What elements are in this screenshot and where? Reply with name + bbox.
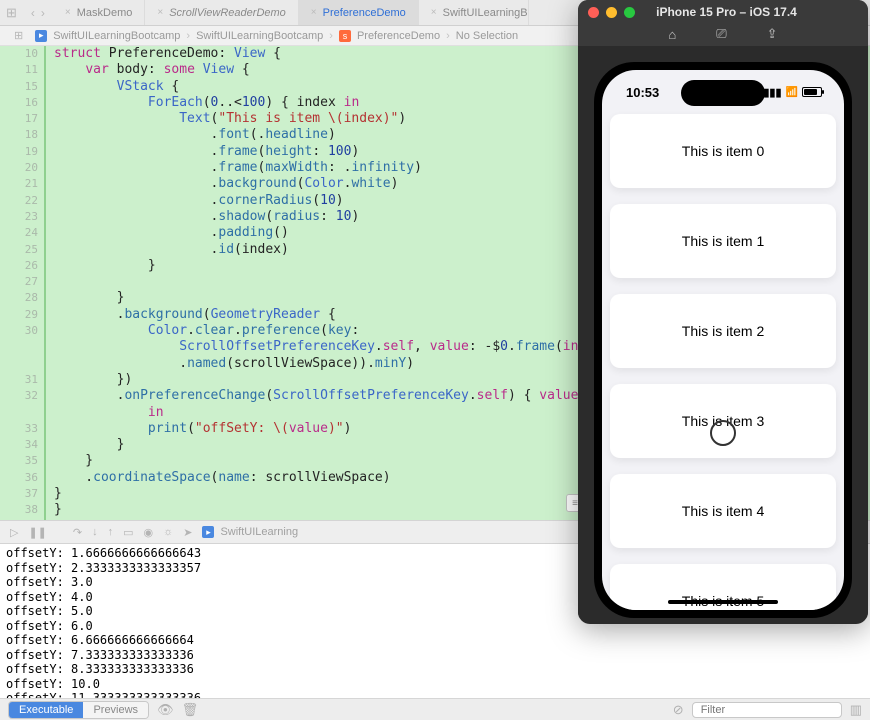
- share-icon[interactable]: ⇪: [767, 26, 778, 42]
- scheme-label: SwiftUILearning: [220, 526, 298, 538]
- filter-input[interactable]: [692, 702, 842, 718]
- close-icon[interactable]: ×: [311, 7, 317, 18]
- nav-back-icon[interactable]: ‹: [31, 6, 35, 20]
- continue-icon[interactable]: ▷: [10, 526, 18, 539]
- output-segmented[interactable]: Executable Previews: [8, 701, 149, 719]
- location-icon[interactable]: ➤: [183, 526, 192, 539]
- step-out-icon[interactable]: ↑: [108, 526, 114, 538]
- close-window-icon[interactable]: [588, 7, 599, 18]
- list-item[interactable]: This is item 2: [610, 294, 836, 368]
- env-overrides-icon[interactable]: ☼: [163, 526, 173, 538]
- chevron-right-icon: ›: [446, 30, 450, 42]
- screenshot-icon[interactable]: ⎚: [716, 26, 726, 42]
- line-gutter: 1011151617181920212223242526272829303132…: [0, 46, 46, 520]
- breadcrumb-folder[interactable]: SwiftUILearningBootcamp: [196, 30, 323, 42]
- home-icon[interactable]: ⌂: [668, 27, 676, 42]
- close-icon[interactable]: ×: [157, 7, 163, 18]
- step-over-icon[interactable]: ↷: [73, 526, 82, 539]
- wifi-icon: [786, 86, 798, 98]
- tab-preferencedemo[interactable]: × PreferenceDemo: [299, 0, 419, 25]
- nav-fwd-icon[interactable]: ›: [41, 6, 45, 20]
- tab-label: PreferenceDemo: [323, 7, 406, 19]
- minimize-window-icon[interactable]: [606, 7, 617, 18]
- pause-icon[interactable]: ❚❚: [28, 526, 46, 539]
- chevron-right-icon: ›: [186, 30, 190, 42]
- tab-label: SwiftUILearningBoot: [443, 7, 529, 19]
- eye-icon[interactable]: 👁: [157, 702, 174, 718]
- swift-file-icon: s: [339, 30, 351, 42]
- debug-view-icon[interactable]: ▭: [123, 526, 133, 539]
- bottom-bar: Executable Previews 👁 🗑 ⊘ ▥: [0, 698, 870, 720]
- device-screen[interactable]: 10:53 ▮▮▮ This is item 0This is item 1Th…: [602, 70, 844, 610]
- seg-previews[interactable]: Previews: [83, 702, 148, 718]
- simulator-window: iPhone 15 Pro – iOS 17.4 ⌂ ⎚ ⇪ 10:53 ▮▮▮: [578, 0, 868, 624]
- chevron-right-icon: ›: [329, 30, 333, 42]
- memory-graph-icon[interactable]: ◉: [144, 526, 154, 539]
- list-item[interactable]: This is item 0: [610, 114, 836, 188]
- app-icon: ▸: [202, 526, 214, 538]
- sim-titlebar[interactable]: iPhone 15 Pro – iOS 17.4 ⌂ ⎚ ⇪: [578, 0, 868, 46]
- tab-swiftuibootcamp[interactable]: × SwiftUILearningBoot: [419, 0, 529, 25]
- list-item[interactable]: This is item 1: [610, 204, 836, 278]
- seg-executable[interactable]: Executable: [9, 702, 83, 718]
- debug-scheme[interactable]: ▸ SwiftUILearning: [202, 526, 298, 538]
- tab-label: MaskDemo: [77, 7, 133, 19]
- project-icon: ▸: [35, 30, 47, 42]
- step-into-icon[interactable]: ↓: [92, 526, 98, 538]
- sidebar-toggle-icon[interactable]: ⊞: [0, 5, 23, 21]
- sim-title: iPhone 15 Pro – iOS 17.4: [635, 5, 818, 19]
- window-traffic-lights: [588, 7, 635, 18]
- status-time: 10:53: [626, 85, 659, 100]
- tab-scrollviewreaderdemo[interactable]: × ScrollViewReaderDemo: [145, 0, 298, 25]
- breadcrumb-file[interactable]: PreferenceDemo: [357, 30, 440, 42]
- zoom-window-icon[interactable]: [624, 7, 635, 18]
- breadcrumb-selection[interactable]: No Selection: [456, 30, 518, 42]
- list-item[interactable]: This is item 4: [610, 474, 836, 548]
- nav-arrows: ‹ ›: [23, 6, 53, 20]
- tab-label: ScrollViewReaderDemo: [169, 7, 286, 19]
- trash-icon[interactable]: 🗑: [182, 702, 199, 718]
- jump-bar-icon[interactable]: ⊞: [8, 29, 29, 42]
- panel-right-icon[interactable]: ▥: [850, 702, 862, 718]
- close-icon[interactable]: ×: [431, 7, 437, 18]
- card-list[interactable]: This is item 0 This is item 1 This is item…: [602, 114, 844, 610]
- battery-icon: [802, 87, 822, 97]
- filter-filter-icon[interactable]: ⊘: [673, 702, 684, 718]
- touch-indicator: [710, 420, 736, 446]
- tab-maskdemo[interactable]: × MaskDemo: [53, 0, 145, 25]
- dynamic-island: [681, 80, 765, 106]
- home-indicator: [668, 600, 778, 604]
- breadcrumb-project[interactable]: SwiftUILearningBootcamp: [53, 30, 180, 42]
- close-icon[interactable]: ×: [65, 7, 71, 18]
- cellular-icon: ▮▮▮: [763, 86, 781, 99]
- device-frame: 10:53 ▮▮▮ This is item 0This is item 1Th…: [594, 62, 852, 618]
- sim-body: 10:53 ▮▮▮ This is item 0This is item 1Th…: [578, 46, 868, 618]
- status-indicators: ▮▮▮: [763, 86, 822, 99]
